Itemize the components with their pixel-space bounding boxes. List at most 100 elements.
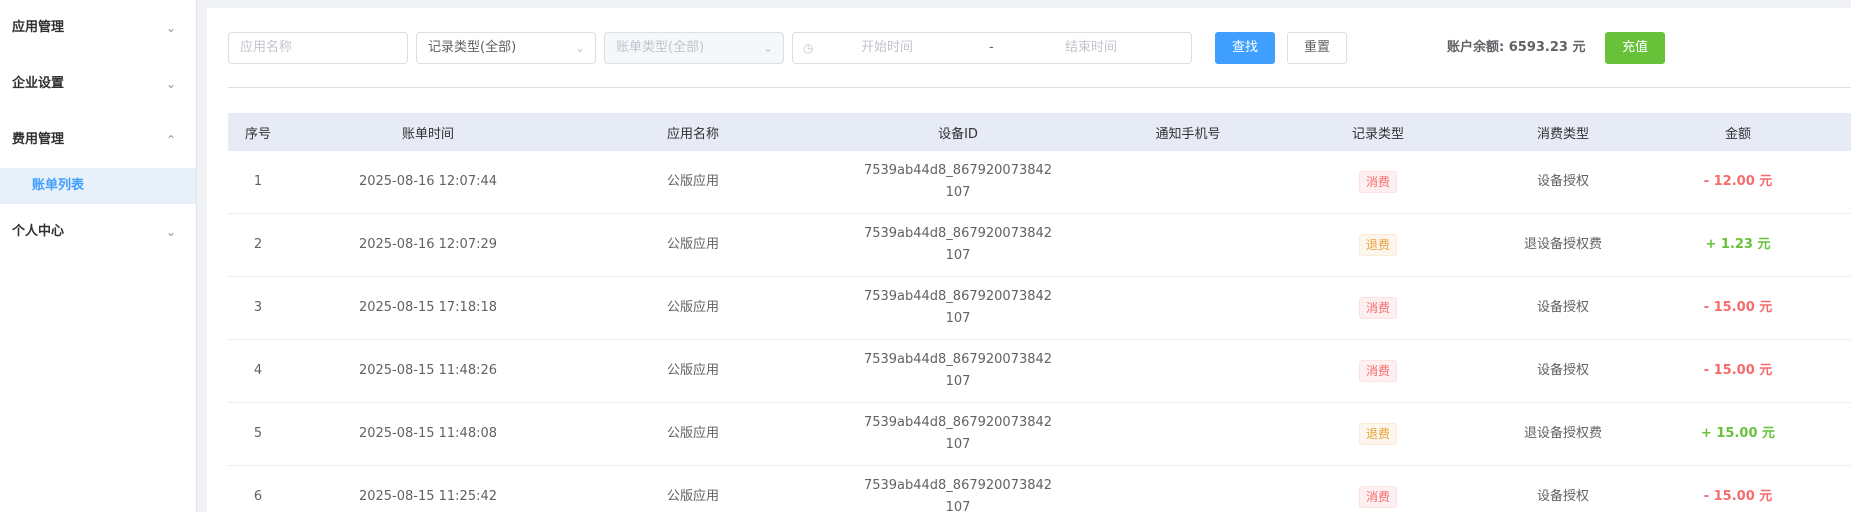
table-header: 序号 账单时间 应用名称 设备ID 通知手机号 记录类型 消费类型 金额 [228,113,1851,151]
record-type-tag: 退费 [1358,423,1397,445]
table-row: 6 2025-08-15 11:25:42 公版应用 7539ab44d8_86792… [228,466,1851,512]
cell-index: 4 [253,363,263,378]
divider [228,87,1851,88]
cell-app-name: 公版应用 [666,237,719,252]
device-id-line1: 7539ab44d8_867920073842 [863,415,1053,430]
chevron-down-icon: ⌄ [574,41,585,55]
date-range-picker[interactable]: ◷ 开始时间 - 结束时间 [792,32,1192,64]
menu-enterprise-settings-label: 企业设置 [12,76,65,91]
menu-group-enterprise: 企业设置 ⌄ [0,56,196,112]
cell-index: 3 [253,300,263,315]
app-name-placeholder: 应用名称 [240,40,293,55]
main-panel: 应用名称 记录类型(全部) ⌄ 账单类型(全部) ⌄ ◷ 开始时间 - 结束时间… [207,8,1851,512]
date-start-placeholder: 开始时间 [861,40,914,55]
chevron-up-icon: ⌃ [165,133,176,147]
device-id-line2: 107 [945,437,971,452]
menu-cost-management[interactable]: 费用管理 ⌃ [0,112,196,168]
cell-app-name: 公版应用 [666,300,719,315]
chevron-down-icon: ⌄ [165,225,176,239]
record-type-select[interactable]: 记录类型(全部) ⌄ [416,32,596,64]
amount-value: - 15.00 元 [1703,300,1773,315]
balance-value: 6593.23 元 [1508,40,1586,55]
cell-bill-time: 2025-08-15 11:48:26 [358,363,498,378]
bill-type-select[interactable]: 账单类型(全部) ⌄ [604,32,784,64]
bill-type-value: 账单类型(全部) [616,40,705,55]
table-row: 1 2025-08-16 12:07:44 公版应用 7539ab44d8_86792… [228,151,1851,214]
search-button[interactable]: 查找 [1215,32,1275,64]
device-id-line1: 7539ab44d8_867920073842 [863,352,1053,367]
header-index: 序号 [244,126,271,142]
menu-app-management[interactable]: 应用管理 ⌄ [0,0,196,56]
cell-device-id: 7539ab44d8_867920073842 107 [818,151,1098,213]
menu-personal-center-label: 个人中心 [12,224,65,239]
record-type-tag: 退费 [1358,234,1397,256]
record-type-tag: 消费 [1358,486,1397,508]
device-id-line1: 7539ab44d8_867920073842 [863,289,1053,304]
device-id-line1: 7539ab44d8_867920073842 [863,226,1053,241]
cell-bill-time: 2025-08-15 11:48:08 [358,426,498,441]
table-row: 2 2025-08-16 12:07:29 公版应用 7539ab44d8_86792… [228,214,1851,277]
header-app-name: 应用名称 [666,126,719,142]
cell-phone [1098,214,1278,276]
amount-value: - 15.00 元 [1703,489,1773,504]
app-name-input[interactable]: 应用名称 [228,32,408,64]
reset-button[interactable]: 重置 [1287,32,1347,64]
header-phone: 通知手机号 [1155,126,1221,142]
chevron-down-icon: ⌄ [762,41,773,55]
header-device-id: 设备ID [938,126,978,142]
table-row: 3 2025-08-15 17:18:18 公版应用 7539ab44d8_86792… [228,277,1851,340]
cell-device-id: 7539ab44d8_867920073842 107 [818,214,1098,276]
cell-index: 1 [253,174,263,189]
menu-group-cost: 费用管理 ⌃ 账单列表 [0,112,196,204]
amount-value: - 15.00 元 [1703,363,1773,378]
header-amount: 金额 [1724,126,1751,142]
cell-consume-type: 设备授权 [1536,300,1589,315]
cell-amount: + 15.00 元 [1648,403,1828,465]
cell-device-id: 7539ab44d8_867920073842 107 [818,466,1098,512]
chevron-down-icon: ⌄ [165,21,176,35]
submenu-bill-list-label: 账单列表 [32,178,85,193]
table-body: 1 2025-08-16 12:07:44 公版应用 7539ab44d8_86792… [228,151,1851,512]
device-id-line2: 107 [945,500,971,512]
cell-bill-time: 2025-08-15 11:25:42 [358,489,498,504]
menu-group-app: 应用管理 ⌄ [0,0,196,56]
menu-cost-management-label: 费用管理 [12,132,65,147]
record-type-tag: 消费 [1358,360,1397,382]
cell-record-type: 消费 [1278,277,1478,339]
app-root: 应用管理 ⌄ 企业设置 ⌄ 费用管理 ⌃ 账单列表 个人中心 ⌄ 应用名称 记录… [0,0,1851,512]
device-id-line1: 7539ab44d8_867920073842 [863,478,1053,493]
record-type-tag: 消费 [1358,171,1397,193]
device-id-line2: 107 [945,185,971,200]
cell-phone [1098,277,1278,339]
balance-label: 账户余额: [1447,40,1505,55]
cell-device-id: 7539ab44d8_867920073842 107 [818,340,1098,402]
cell-app-name: 公版应用 [666,426,719,441]
cell-phone [1098,403,1278,465]
menu-group-personal: 个人中心 ⌄ [0,204,196,260]
cell-device-id: 7539ab44d8_867920073842 107 [818,277,1098,339]
recharge-button-label: 充值 [1621,40,1648,55]
cell-amount: - 15.00 元 [1648,466,1828,512]
submenu-bill-list[interactable]: 账单列表 [0,168,196,204]
account-balance: 账户余额: 6593.23 元 [1447,32,1585,64]
device-id-line2: 107 [945,374,971,389]
cell-record-type: 退费 [1278,214,1478,276]
menu-enterprise-settings[interactable]: 企业设置 ⌄ [0,56,196,112]
header-consume-type: 消费类型 [1536,126,1589,142]
device-id-line1: 7539ab44d8_867920073842 [863,163,1053,178]
amount-value: - 12.00 元 [1703,174,1773,189]
cell-index: 5 [253,426,263,441]
sidebar: 应用管理 ⌄ 企业设置 ⌄ 费用管理 ⌃ 账单列表 个人中心 ⌄ [0,0,197,512]
cell-app-name: 公版应用 [666,363,719,378]
cell-record-type: 消费 [1278,340,1478,402]
recharge-button[interactable]: 充值 [1605,32,1665,64]
cell-consume-type: 退设备授权费 [1523,237,1602,252]
cell-amount: - 15.00 元 [1648,340,1828,402]
cell-amount: - 15.00 元 [1648,277,1828,339]
amount-value: + 1.23 元 [1705,237,1771,252]
cell-phone [1098,466,1278,512]
cell-bill-time: 2025-08-16 12:07:44 [358,174,498,189]
bill-table: 序号 账单时间 应用名称 设备ID 通知手机号 记录类型 消费类型 金额 1 20… [228,113,1851,512]
cell-consume-type: 设备授权 [1536,363,1589,378]
menu-personal-center[interactable]: 个人中心 ⌄ [0,204,196,260]
